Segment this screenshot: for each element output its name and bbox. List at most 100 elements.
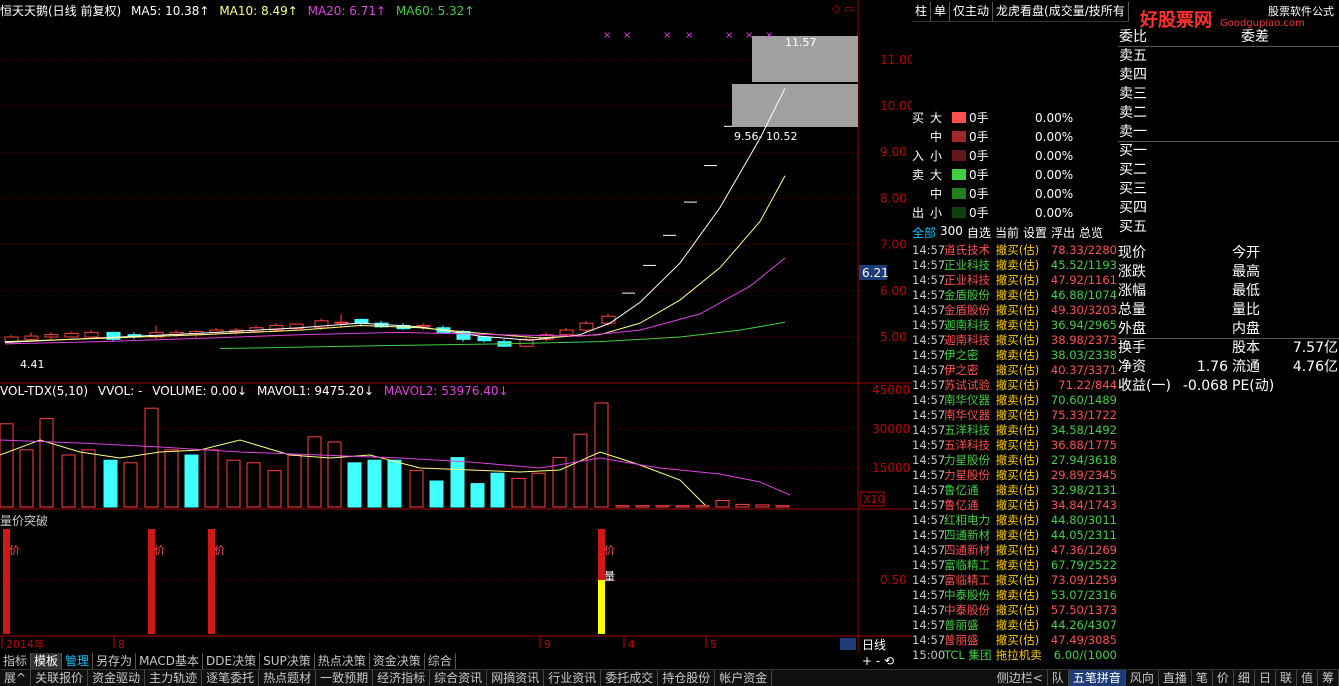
indicator-tab[interactable]: 资金决策 — [370, 653, 425, 669]
indicator-tab[interactable]: DDE决策 — [203, 653, 261, 669]
status-right-tab[interactable]: 队 — [1048, 670, 1069, 686]
tab-current[interactable]: 当前 — [995, 224, 1019, 241]
status-bar-tab[interactable]: 资金驱动 — [88, 670, 146, 686]
volume-bar — [267, 470, 282, 508]
orderbook-row[interactable]: 买一 — [1118, 142, 1339, 161]
trade-row[interactable]: 14:57 道氏技术 撤买(估) 78.33/2280 — [912, 243, 1117, 258]
signal-price-label: 价 — [214, 544, 225, 557]
status-right-tab[interactable]: 联 — [1276, 670, 1297, 686]
trade-price: 49.30/3203 — [1050, 303, 1117, 317]
trade-row[interactable]: 14:57 苏试试验 撤买(估) 71.22/844 — [912, 378, 1117, 393]
trade-row[interactable]: 14:57 金盾股份 撤买(估) 49.30/3203 — [912, 303, 1117, 318]
orderbook-row[interactable]: 卖五 — [1118, 47, 1339, 66]
tab-single[interactable]: 单 — [931, 2, 951, 21]
status-bar-tab[interactable]: 主力轨迹 — [145, 670, 203, 686]
trade-stock: TCL 集团 — [944, 648, 992, 662]
status-bar-tab[interactable]: 关联报价 — [31, 670, 89, 686]
trade-row[interactable]: 14:57 伊之密 撤卖(估) 38.03/2338 — [912, 348, 1117, 363]
tab-float[interactable]: 浮出 — [1051, 224, 1075, 241]
trade-row[interactable]: 14:57 四通新材 撤卖(估) 44.05/2311 — [912, 528, 1117, 543]
trade-row[interactable]: 14:57 迦南科技 撤卖(估) 36.94/2965 — [912, 318, 1117, 333]
trade-row[interactable]: 14:57 正业科技 撤卖(估) 45.52/1193 — [912, 258, 1117, 273]
orderbook-row[interactable]: 卖三 — [1118, 85, 1339, 104]
orderbook-row[interactable]: 买五 — [1118, 218, 1339, 237]
tab-longhu[interactable]: 龙虎看盘(成交量/技所有 — [993, 2, 1129, 21]
trade-price: 47.36/1269 — [1050, 543, 1117, 557]
panel-controls[interactable]: ◇ ▭ — [832, 2, 854, 15]
status-bar-tab[interactable]: 热点题材 — [259, 670, 317, 686]
status-right-tab[interactable]: 风向 — [1126, 670, 1159, 686]
trade-row[interactable]: 14:57 普丽盛 撤买(估) 47.49/3085 — [912, 633, 1117, 648]
indicator-tab[interactable]: SUP决策 — [260, 653, 315, 669]
trade-row[interactable]: 14:57 南华仪器 撤买(估) 75.33/1722 — [912, 408, 1117, 423]
status-bar-tab[interactable]: 一致预期 — [316, 670, 374, 686]
kline-chart-area[interactable]: 11.00 10.00 9.00 8.00 7.00 6.00 5.00 6.21 11.57 9… — [0, 0, 912, 653]
status-right-tab[interactable]: 筹 — [1318, 670, 1339, 686]
status-bar-tab[interactable]: 帐户资金 — [715, 670, 773, 686]
status-bar-tab[interactable]: 持仓股份 — [658, 670, 716, 686]
trade-row[interactable]: 14:57 五洋科技 撤买(估) 36.88/1775 — [912, 438, 1117, 453]
period-label[interactable]: 日线 — [862, 636, 886, 653]
indicator-tab[interactable]: 热点决策 — [315, 653, 370, 669]
trade-row[interactable]: 14:57 鲁亿通 撤卖(估) 32.98/2131 — [912, 483, 1117, 498]
status-bar-tab[interactable]: 行业资讯 — [544, 670, 602, 686]
indicator-tab[interactable]: MACD基本 — [136, 653, 204, 669]
tab-bar[interactable]: 柱 — [912, 2, 932, 21]
orderbook-row[interactable]: 买四 — [1118, 199, 1339, 218]
status-right-tab[interactable]: 细 — [1234, 670, 1255, 686]
flow-size: 小 — [930, 149, 943, 163]
tab-watchlist[interactable]: 自选 — [967, 224, 991, 241]
orderbook-row[interactable]: 买二 — [1118, 161, 1339, 180]
trade-row[interactable]: 14:57 鲁亿通 撤买(估) 34.84/1743 — [912, 498, 1117, 513]
status-right-tab[interactable]: 侧边栏< — [993, 670, 1048, 686]
status-right-tab[interactable]: 值 — [1297, 670, 1318, 686]
trade-row[interactable]: 15:00 TCL 集团 拖拉机卖 6.00/(1000 — [912, 648, 1117, 663]
tab-overview[interactable]: 总览 — [1079, 224, 1103, 241]
trade-stock: 迦南科技 — [944, 318, 990, 332]
indicator-tab[interactable]: 指标 — [0, 653, 32, 669]
status-bar-tab[interactable]: 综合资讯 — [430, 670, 488, 686]
status-bar-tab[interactable]: 展^ — [0, 670, 32, 686]
tab-all[interactable]: 全部 — [912, 224, 936, 241]
status-bar-tab[interactable]: 逐笔委托 — [202, 670, 260, 686]
status-right-tab[interactable]: 五笔拼音 — [1068, 670, 1126, 686]
indicator-tab[interactable]: 综合 — [425, 653, 456, 669]
indicator-tab[interactable]: 模板 — [31, 653, 63, 669]
tab-active-only[interactable]: 仅主动 — [950, 2, 994, 21]
status-bar-tab[interactable]: 委托成交 — [601, 670, 659, 686]
tab-settings[interactable]: 设置 — [1023, 224, 1047, 241]
trade-row[interactable]: 14:57 伊之密 撤买(估) 40.37/3371 — [912, 363, 1117, 378]
trade-row[interactable]: 14:57 力星股份 撤卖(估) 27.94/3618 — [912, 453, 1117, 468]
trade-row[interactable]: 14:57 力星股份 撤买(估) 29.89/2345 — [912, 468, 1117, 483]
volume-bar — [19, 449, 34, 508]
trade-list[interactable]: 14:57 道氏技术 撤买(估) 78.33/2280 14:57 正业科技 撤卖(估) 45… — [912, 243, 1117, 663]
trade-row[interactable]: 14:57 金盾股份 撤卖(估) 46.88/1074 — [912, 288, 1117, 303]
status-right-tab[interactable]: 价 — [1213, 670, 1234, 686]
signal-title: 量价突破 — [0, 514, 49, 528]
orderbook-row[interactable]: 卖二 — [1118, 104, 1339, 123]
trade-row[interactable]: 14:57 四通新材 撤买(估) 47.36/1269 — [912, 543, 1117, 558]
status-right-tab[interactable]: 笔 — [1192, 670, 1213, 686]
indicator-tab[interactable]: 另存为 — [93, 653, 137, 669]
orderbook-row[interactable]: 卖一 — [1118, 123, 1339, 142]
trade-row[interactable]: 14:57 普丽盛 撤卖(估) 44.26/4307 — [912, 618, 1117, 633]
status-right-tab[interactable]: 日 — [1255, 670, 1276, 686]
trade-row[interactable]: 14:57 中泰股份 撤卖(估) 53.07/2316 — [912, 588, 1117, 603]
orderbook-row[interactable]: 买三 — [1118, 180, 1339, 199]
status-right-tab[interactable]: 直播 — [1159, 670, 1192, 686]
trade-row[interactable]: 14:57 红相电力 撤卖(估) 44.80/3011 — [912, 513, 1117, 528]
trade-row[interactable]: 14:57 中泰股份 撤买(估) 57.50/1373 — [912, 603, 1117, 618]
tab-300[interactable]: 300 — [940, 224, 963, 241]
orderbook-row[interactable]: 卖四 — [1118, 66, 1339, 85]
trade-row[interactable]: 14:57 五洋科技 撤卖(估) 34.58/1492 — [912, 423, 1117, 438]
trade-row[interactable]: 14:57 富临精工 撤卖(估) 67.79/2522 — [912, 558, 1117, 573]
status-bar-tab[interactable]: 网摘资讯 — [487, 670, 545, 686]
trade-row[interactable]: 14:57 正业科技 撤买(估) 47.92/1161 — [912, 273, 1117, 288]
quote-value — [1168, 244, 1228, 263]
indicator-tab[interactable]: 管理 — [62, 653, 94, 669]
status-bar-tab[interactable]: 经济指标 — [373, 670, 431, 686]
trade-row[interactable]: 14:57 富临精工 撤买(估) 73.09/1259 — [912, 573, 1117, 588]
trade-row[interactable]: 14:57 南华仪器 撤卖(估) 70.60/1489 — [912, 393, 1117, 408]
zoom-controls[interactable]: + - ⟲ — [862, 654, 894, 668]
trade-row[interactable]: 14:57 迦南科技 撤买(估) 38.98/2373 — [912, 333, 1117, 348]
